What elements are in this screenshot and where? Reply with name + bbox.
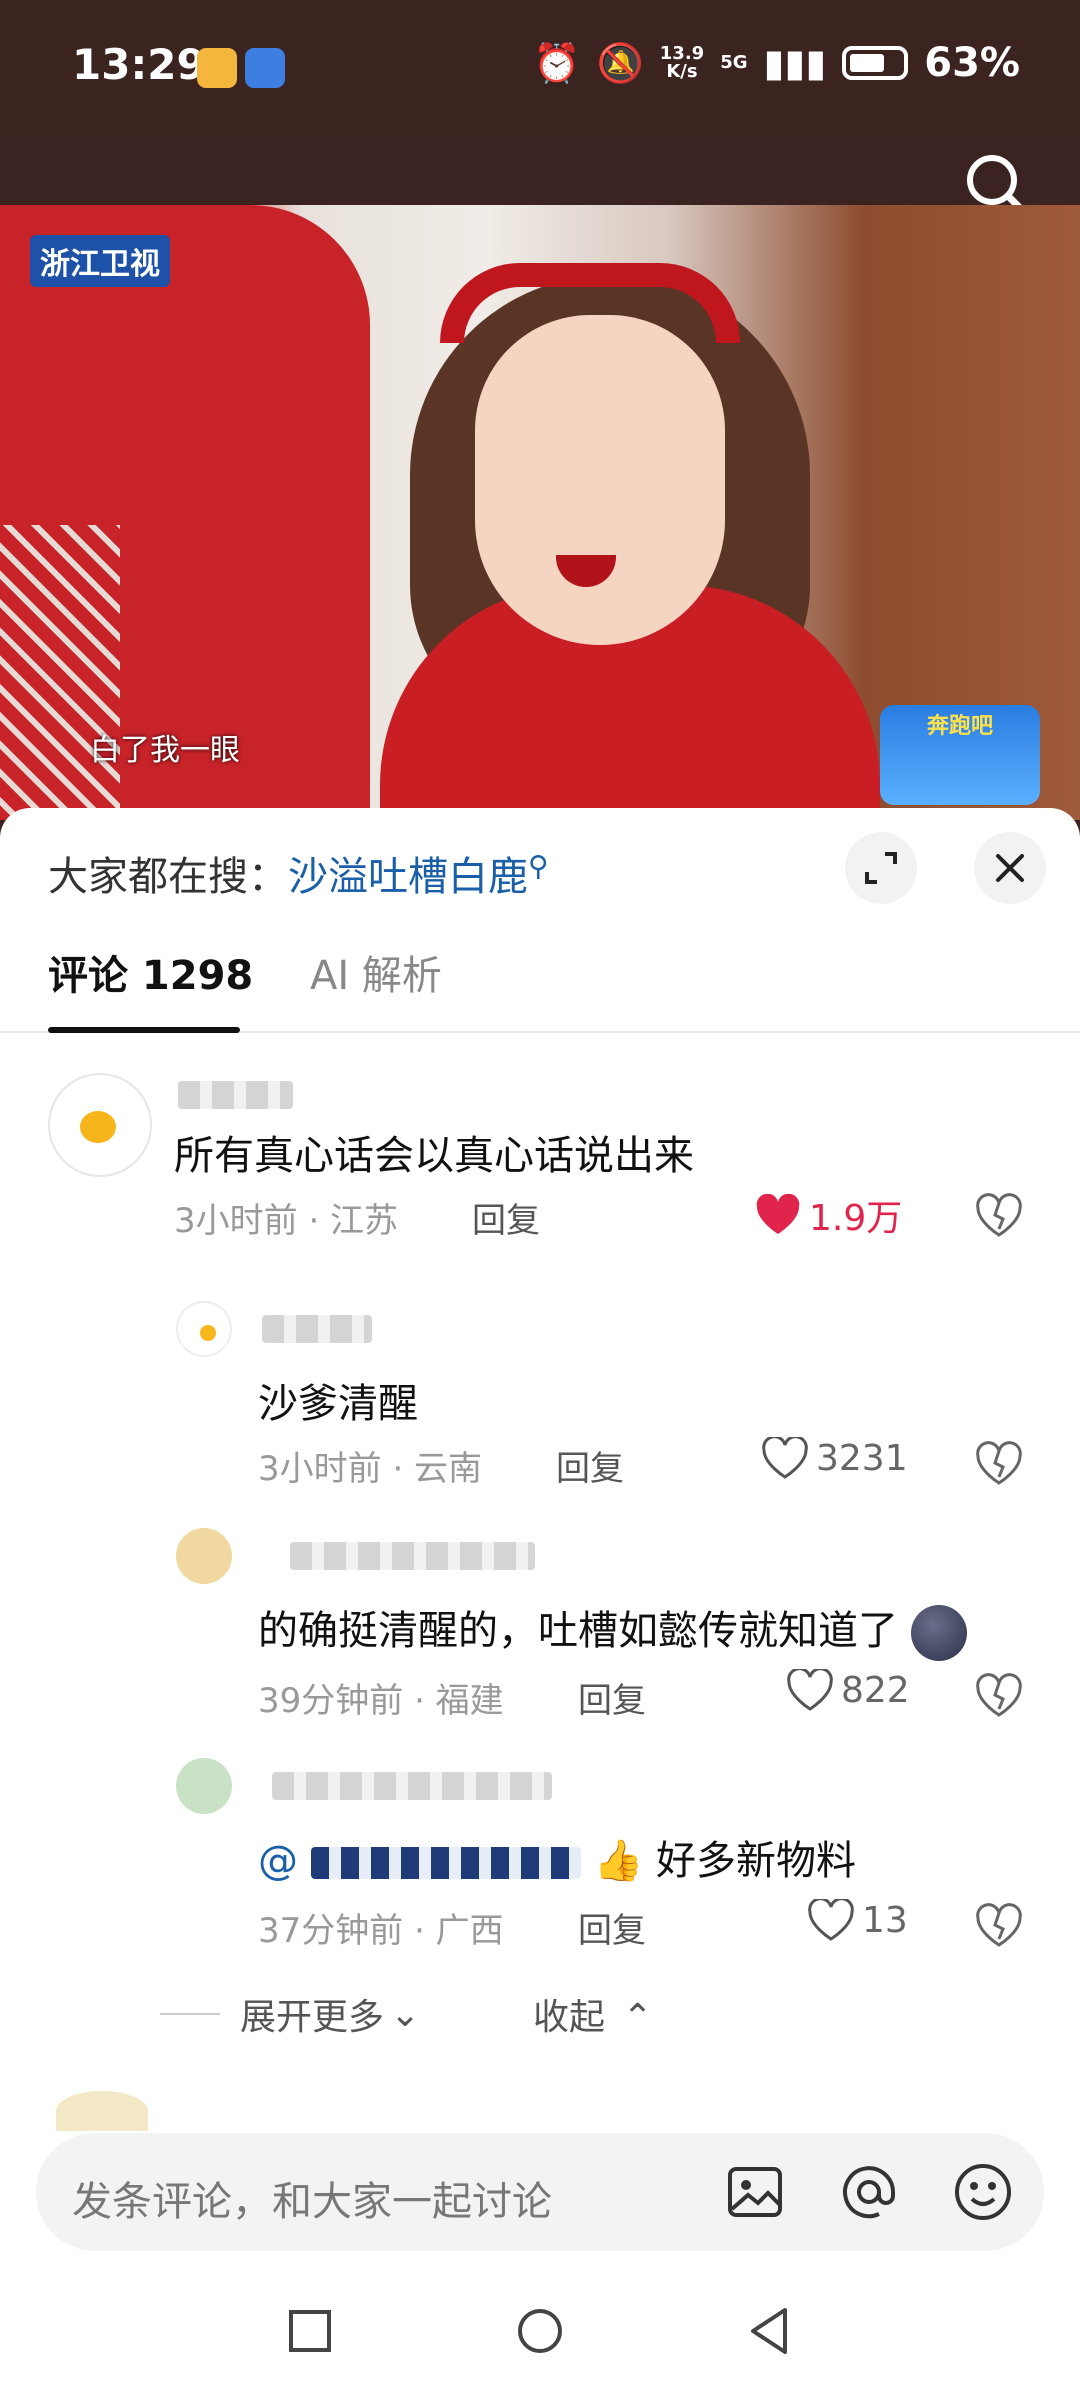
username-redacted[interactable] xyxy=(262,1315,372,1343)
system-nav-bar xyxy=(0,2276,1080,2386)
next-comment-avatar-peek xyxy=(56,2091,148,2131)
tab-underline xyxy=(48,1027,240,1033)
thumbs-up-emoji-icon: 👍 xyxy=(593,1838,644,1884)
expand-more-button[interactable]: 展开更多 ⌄ xyxy=(160,1988,420,2040)
reply-button[interactable]: 回复 xyxy=(578,1673,646,1722)
like-button[interactable]: 1.9万 xyxy=(755,1189,902,1241)
at-icon[interactable] xyxy=(836,2159,902,2225)
mention-username-redacted[interactable] xyxy=(310,1847,581,1879)
video-player[interactable]: 浙江卫视 白了我一眼 奔跑吧 xyxy=(0,205,1080,820)
like-button[interactable]: 13 xyxy=(808,1899,908,1941)
like-count: 822 xyxy=(841,1669,910,1711)
status-icons: ⏰ 🔕 13.9 K/s 5G ▮▮▮ 63% xyxy=(533,40,1020,86)
hot-search-keyword[interactable]: 沙溢吐槽白鹿 xyxy=(288,854,528,900)
network-speed: 13.9 K/s xyxy=(659,43,705,82)
battery-icon xyxy=(842,46,909,80)
moon-emoji-icon xyxy=(910,1605,967,1661)
comment-meta: 37分钟前 · 广西 xyxy=(258,1911,504,1951)
heart-icon xyxy=(762,1437,808,1479)
comment-sheet: 大家都在搜：沙溢吐槽白鹿⚲ 评论 1298 AI 解析 所有真心话会以真心话说出… xyxy=(0,808,1080,2386)
avatar[interactable] xyxy=(176,1301,232,1357)
back-icon[interactable] xyxy=(745,2306,795,2356)
network-type: 5G xyxy=(720,52,748,73)
username-redacted[interactable] xyxy=(272,1772,552,1800)
broken-heart-icon[interactable] xyxy=(975,1903,1023,1947)
expand-icon xyxy=(865,852,897,884)
broken-heart-icon[interactable] xyxy=(975,1673,1023,1717)
chevron-down-icon: ⌄ xyxy=(390,1993,421,2035)
heart-icon xyxy=(808,1899,854,1941)
like-button[interactable]: 3231 xyxy=(762,1437,908,1479)
comment-text: @ 👍 好多新物料 xyxy=(258,1828,856,1886)
close-button[interactable] xyxy=(974,832,1046,904)
mention-prefix[interactable]: @ xyxy=(258,1838,298,1884)
reply-button[interactable]: 回复 xyxy=(556,1441,624,1490)
collapse-button[interactable]: 收起 ⌃ xyxy=(533,1988,653,2040)
battery-level: 63% xyxy=(924,40,1020,86)
image-icon[interactable] xyxy=(722,2159,788,2225)
mute-icon: 🔕 xyxy=(596,40,644,85)
reply-button[interactable]: 回复 xyxy=(578,1903,646,1952)
emoji-icon[interactable] xyxy=(950,2159,1016,2225)
recents-icon[interactable] xyxy=(285,2306,335,2356)
home-icon[interactable] xyxy=(515,2306,565,2356)
avatar[interactable] xyxy=(48,1073,152,1177)
video-subtitle: 白了我一眼 xyxy=(90,733,240,768)
like-count: 1.9万 xyxy=(809,1198,903,1239)
app-notification-icon xyxy=(245,48,285,88)
tab-bar: 评论 1298 AI 解析 xyxy=(0,943,1080,1033)
status-bar: 13:29 ⏰ 🔕 13.9 K/s 5G ▮▮▮ 63% xyxy=(0,0,1080,135)
username-redacted[interactable] xyxy=(290,1542,535,1570)
comment-text: 的确挺清醒的，吐槽如懿传就知道了 xyxy=(258,1598,967,1661)
alarm-icon: ⏰ xyxy=(533,40,581,85)
comment-text-content: 的确挺清醒的，吐槽如懿传就知道了 xyxy=(258,1608,898,1654)
broken-heart-icon[interactable] xyxy=(975,1193,1023,1237)
comment-meta: 39分钟前 · 福建 xyxy=(258,1681,504,1721)
chevron-up-icon: ⌃ xyxy=(622,1997,653,2038)
expand-button[interactable] xyxy=(845,832,917,904)
comment-text: 所有真心话会以真心话说出来 xyxy=(174,1133,694,1179)
tab-comments[interactable]: 评论 1298 xyxy=(48,943,253,1001)
reply-button[interactable]: 回复 xyxy=(472,1193,540,1242)
search-small-icon: ⚲ xyxy=(528,849,549,883)
divider xyxy=(160,2013,220,2015)
signal-icon: ▮▮▮ xyxy=(763,41,827,85)
username-redacted[interactable] xyxy=(178,1081,293,1109)
channel-watermark: 浙江卫视 xyxy=(30,235,170,287)
like-count: 3231 xyxy=(816,1437,908,1479)
avatar[interactable] xyxy=(176,1758,232,1814)
comment-meta: 3小时前 · 云南 xyxy=(258,1449,483,1489)
tab-ai-analysis[interactable]: AI 解析 xyxy=(310,943,442,1001)
avatar[interactable] xyxy=(176,1528,232,1584)
heart-icon xyxy=(787,1669,833,1711)
heart-icon xyxy=(756,1194,800,1234)
comment-text-suffix: 好多新物料 xyxy=(655,1838,856,1884)
weibo-app-icon xyxy=(197,48,237,88)
comment-input-placeholder: 发条评论，和大家一起讨论 xyxy=(72,2179,552,2225)
comment-input[interactable]: 发条评论，和大家一起讨论 xyxy=(36,2133,1044,2251)
show-logo: 奔跑吧 xyxy=(880,705,1040,805)
expand-more-label: 展开更多 xyxy=(240,1997,385,2038)
comment-meta: 3小时前 · 江苏 xyxy=(174,1201,399,1241)
video-person-face xyxy=(475,315,725,645)
video-skirt xyxy=(0,525,120,820)
hot-search[interactable]: 大家都在搜：沙溢吐槽白鹿⚲ xyxy=(48,844,549,902)
broken-heart-icon[interactable] xyxy=(975,1441,1023,1485)
comment-text: 沙爹清醒 xyxy=(258,1381,418,1427)
close-icon xyxy=(996,854,1024,882)
like-button[interactable]: 822 xyxy=(787,1669,910,1711)
video-headband xyxy=(440,263,740,343)
like-count: 13 xyxy=(862,1899,908,1941)
status-time: 13:29 xyxy=(72,40,206,89)
collapse-label: 收起 xyxy=(533,1997,606,2038)
hot-search-prefix: 大家都在搜： xyxy=(48,854,288,900)
